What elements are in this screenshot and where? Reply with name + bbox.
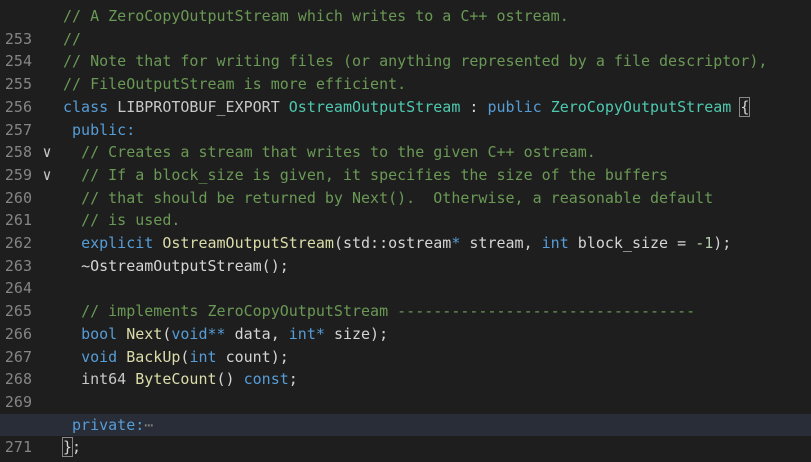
- comment: // A ZeroCopyOutputStream which writes t…: [63, 7, 569, 25]
- type-keyword: void: [81, 347, 118, 366]
- code-line[interactable]: 257 ∨ class LIBPROTOBUF_EXPORT OstreamOu…: [0, 96, 811, 161]
- code-line[interactable]: 259 // Creates a stream that writes to t…: [0, 141, 811, 184]
- keyword: explicit: [81, 234, 154, 252]
- comment: // that should be returned by Next(). Ot…: [81, 188, 714, 207]
- code-line[interactable]: 262 // is used.: [0, 209, 811, 252]
- code-line[interactable]: 260 // If a block_size is given, it spec…: [0, 164, 811, 207]
- code-line[interactable]: 258 ∨ public:: [0, 119, 811, 184]
- code-line[interactable]: 253 // A ZeroCopyOutputStream which writ…: [0, 5, 811, 48]
- number-literal: -1: [695, 234, 714, 252]
- punctuation: ;: [72, 438, 82, 457]
- pointer-star: *: [451, 234, 461, 252]
- comment: // Note that for writing files (or anyth…: [63, 52, 768, 71]
- code-line[interactable]: 270: [0, 391, 811, 434]
- code-line[interactable]: 254 //: [0, 28, 811, 71]
- punctuation: ;: [288, 370, 298, 389]
- destructor: ~OstreamOutputStream();: [81, 256, 289, 275]
- code-line[interactable]: 255 // Note that for writing files (or a…: [0, 50, 811, 93]
- code-line[interactable]: 269 int64 ByteCount() const;: [0, 368, 811, 411]
- code-line[interactable]: 264 ~OstreamOutputStream();: [0, 255, 811, 298]
- base-class: ZeroCopyOutputStream: [550, 97, 732, 116]
- comment: // FileOutputStream is more efficient.: [63, 75, 407, 94]
- access-specifier: public:: [72, 120, 136, 139]
- param-name: stream,: [469, 234, 533, 252]
- param-name: data,: [234, 324, 280, 343]
- code-line[interactable]: 256 // FileOutputStream is more efficien…: [0, 73, 811, 116]
- type-keyword: int: [541, 234, 569, 252]
- code-editor[interactable]: 253 // A ZeroCopyOutputStream which writ…: [0, 0, 811, 462]
- constructor-name: OstreamOutputStream: [162, 234, 334, 252]
- type-keyword: int: [189, 347, 217, 366]
- function-name: BackUp: [126, 347, 181, 366]
- type-keyword: int*: [288, 324, 325, 343]
- punctuation: (): [216, 370, 235, 389]
- comment: // Creates a stream that writes to the g…: [81, 143, 596, 162]
- folded-ellipsis-icon[interactable]: ⋯: [144, 416, 153, 434]
- punctuation: );: [713, 234, 732, 252]
- code-line-current[interactable]: 271 > private:⋯: [0, 413, 811, 462]
- code-line[interactable]: 261 // that should be returned by Next()…: [0, 187, 811, 230]
- class-name: OstreamOutputStream: [288, 97, 461, 116]
- comment: //: [63, 29, 82, 48]
- code-line[interactable]: 265: [0, 277, 811, 320]
- code-line[interactable]: 268 void BackUp(int count);: [0, 346, 811, 389]
- comment: // If a block_size is given, it specifie…: [81, 165, 669, 184]
- keyword: const: [243, 370, 289, 389]
- comment: // implements ZeroCopyOutputStream -----…: [81, 302, 696, 321]
- macro: LIBPROTOBUF_EXPORT: [117, 97, 280, 116]
- access-specifier: private:: [72, 415, 145, 434]
- keyword: class: [63, 97, 109, 116]
- code-line[interactable]: 291 };: [0, 436, 811, 462]
- code-line[interactable]: 267 bool Next(void** data, int* size);: [0, 323, 811, 366]
- param-name: size);: [333, 324, 389, 343]
- punctuation: (std::ostream: [333, 234, 452, 252]
- matched-brace: }: [61, 437, 74, 458]
- type-keyword: bool: [81, 324, 118, 343]
- param-name: count);: [225, 347, 289, 366]
- function-name: ByteCount: [135, 370, 217, 389]
- function-name: Next: [126, 324, 163, 343]
- param-name: block_size =: [577, 234, 696, 252]
- code-line[interactable]: 266 // implements ZeroCopyOutputStream -…: [0, 300, 811, 343]
- code-line[interactable]: 263 explicit OstreamOutputStream(std::os…: [0, 232, 811, 275]
- colon: :: [469, 97, 479, 116]
- type-keyword: void**: [171, 324, 226, 343]
- type-name: int64: [81, 370, 127, 389]
- matched-brace: {: [739, 96, 751, 117]
- comment: // is used.: [81, 211, 181, 230]
- keyword: public: [487, 97, 542, 116]
